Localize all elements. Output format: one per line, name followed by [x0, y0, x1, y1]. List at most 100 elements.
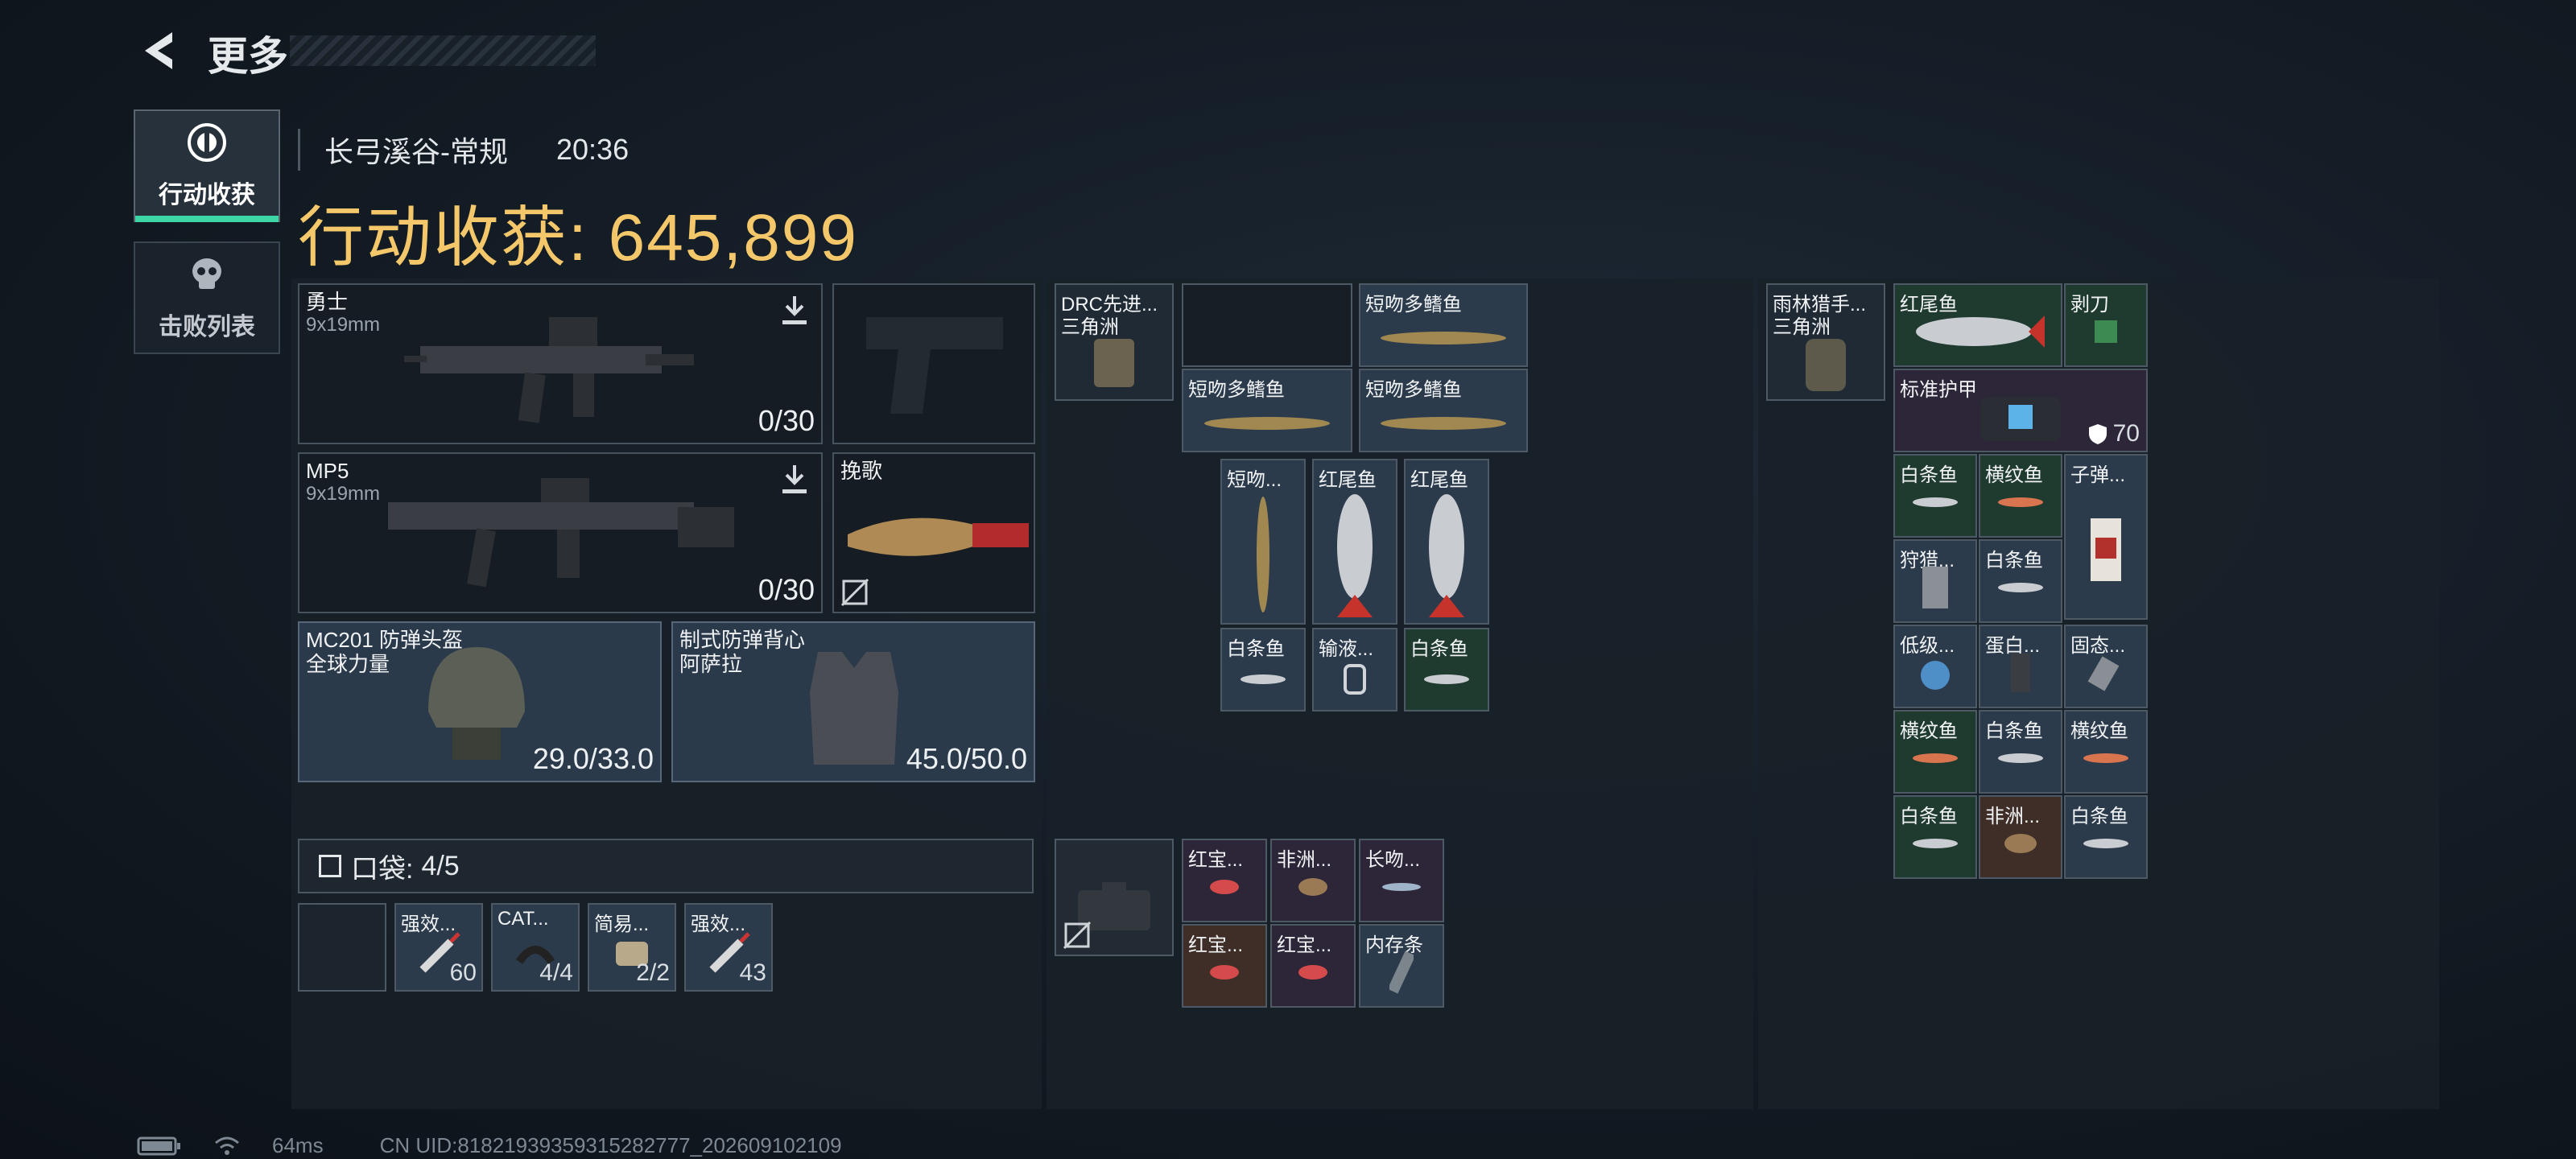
- backpack-item[interactable]: 白条鱼: [1979, 710, 2062, 794]
- secondary-weapon-slot[interactable]: MP5 9x19mm 0/30: [298, 452, 823, 613]
- item-name: 红宝...: [1277, 934, 1332, 956]
- case-slot[interactable]: [1055, 839, 1174, 956]
- fish-icon: [2004, 834, 2037, 853]
- backpack-item[interactable]: 白条鱼: [2064, 795, 2148, 879]
- tab-harvest[interactable]: 行动收获: [134, 109, 280, 222]
- rig-cell-empty[interactable]: [1182, 283, 1352, 367]
- backpack-slot[interactable]: 雨林猎手... 三角洲: [1766, 283, 1885, 401]
- backpack-item[interactable]: 红尾鱼: [1893, 283, 2062, 367]
- backpack-item[interactable]: 固态...: [2064, 625, 2148, 708]
- chest-rig-slot[interactable]: DRC先进... 三角洲: [1055, 283, 1174, 401]
- fish-icon: [1998, 753, 2043, 763]
- case-item[interactable]: 红宝...: [1270, 924, 1356, 1008]
- wifi-icon: [215, 1136, 239, 1155]
- backpack-item[interactable]: 子弹...: [2064, 454, 2148, 620]
- item-name: 长吻...: [1365, 849, 1421, 871]
- smg-icon: [404, 317, 694, 423]
- no-insure-icon: [840, 578, 869, 607]
- download-icon[interactable]: [779, 464, 810, 496]
- weapon-caliber: 9x19mm: [306, 314, 381, 336]
- backpack-item[interactable]: 标准护甲 70: [1893, 369, 2148, 452]
- item-name: 红宝...: [1188, 849, 1244, 871]
- rig-item[interactable]: 白条鱼: [1404, 628, 1489, 711]
- chest-rig-icon: [1094, 338, 1134, 387]
- rig-item[interactable]: 短吻多鳍鱼: [1359, 283, 1528, 367]
- armor-name: 制式防弹背心: [679, 628, 806, 652]
- item-name: 白条鱼: [1985, 550, 2043, 571]
- helmet-slot[interactable]: MC201 防弹头盔 全球力量 29.0/33.0: [298, 621, 662, 782]
- rig-item[interactable]: 短吻多鳍鱼: [1182, 369, 1352, 452]
- pocket-slot-empty[interactable]: [298, 903, 386, 992]
- backpack-item[interactable]: 狩猎...: [1893, 539, 1977, 623]
- rig-item[interactable]: 短吻多鳍鱼: [1359, 369, 1528, 452]
- item-name: 非洲...: [1277, 849, 1332, 871]
- helmet-icon: [428, 647, 525, 760]
- ammo-count: 0/30: [758, 404, 815, 437]
- match-info: 长弓溪谷-常规 20:36: [298, 129, 629, 171]
- item-name: 短吻多鳍鱼: [1188, 379, 1285, 401]
- fish-icon: [1916, 316, 2045, 348]
- item-name: 白条鱼: [1985, 720, 2043, 742]
- pocket-item[interactable]: 简易... 2/2: [588, 903, 676, 992]
- fish-icon: [1429, 494, 1464, 618]
- item-name: 短吻多鳍鱼: [1365, 379, 1462, 401]
- item-name: 短吻...: [1227, 469, 1282, 491]
- back-arrow-icon[interactable]: [137, 27, 184, 74]
- case-item[interactable]: 长吻...: [1359, 839, 1444, 922]
- battery-icon: [137, 1136, 180, 1155]
- ping-value: 64ms: [272, 1133, 324, 1157]
- rig-item[interactable]: 白条鱼: [1220, 628, 1306, 711]
- weapon-name: 勇士: [306, 290, 349, 314]
- item-name: 剥刀: [2070, 294, 2109, 316]
- pocket-item[interactable]: CAT... 4/4: [491, 903, 580, 992]
- item-name: 白条鱼: [1227, 638, 1285, 660]
- armor-slot[interactable]: 制式防弹背心 阿萨拉 45.0/50.0: [671, 621, 1035, 782]
- pocket-item[interactable]: 强效... 43: [684, 903, 773, 992]
- rig-item[interactable]: 红尾鱼: [1312, 459, 1397, 625]
- pocket-item[interactable]: 强效... 60: [394, 903, 483, 992]
- backpack-item[interactable]: 白条鱼: [1893, 454, 1977, 538]
- backpack-item[interactable]: 非洲...: [1979, 795, 2062, 879]
- rig-item[interactable]: 红尾鱼: [1404, 459, 1489, 625]
- skull-icon: [192, 258, 221, 289]
- backpack-item[interactable]: 剥刀: [2064, 283, 2148, 367]
- fish-icon: [1337, 494, 1373, 618]
- backpack-icon: [1806, 338, 1846, 391]
- backpack-item[interactable]: 横纹鱼: [1893, 710, 1977, 794]
- rig-item[interactable]: 短吻...: [1220, 459, 1306, 625]
- item-name: 横纹鱼: [1985, 464, 2043, 486]
- item-name: 白条鱼: [1900, 806, 1958, 827]
- pistol-slot-empty[interactable]: [832, 283, 1035, 444]
- map-name: 长弓溪谷-常规: [324, 135, 508, 168]
- item-name: 红尾鱼: [1319, 469, 1377, 491]
- backpack-item[interactable]: 蛋白...: [1979, 625, 2062, 708]
- case-item[interactable]: 非洲...: [1270, 839, 1356, 922]
- backpack-item[interactable]: 横纹鱼: [2064, 710, 2148, 794]
- item-name: 白条鱼: [1900, 464, 1958, 486]
- fish-icon: [1298, 965, 1327, 980]
- fish-icon: [1381, 417, 1506, 430]
- no-insure-icon: [1063, 921, 1092, 950]
- ssd-icon: [2087, 656, 2120, 691]
- case-item[interactable]: 红宝...: [1182, 924, 1267, 1008]
- knife-icon: [848, 518, 1029, 556]
- download-icon[interactable]: [779, 295, 810, 327]
- tab-kill-list-label: 击败列表: [159, 314, 255, 340]
- primary-weapon-slot[interactable]: 勇士 9x19mm 0/30: [298, 283, 823, 444]
- fish-icon: [1998, 497, 2043, 507]
- melee-slot[interactable]: 挽歌: [832, 452, 1035, 613]
- helmet-durability: 29.0/33.0: [532, 742, 654, 775]
- ammo-pack-icon: [1922, 567, 1948, 608]
- protein-icon: [2011, 654, 2030, 692]
- fish-icon: [1381, 332, 1506, 344]
- backpack-item[interactable]: 白条鱼: [1979, 539, 2062, 623]
- backpack-item[interactable]: 横纹鱼: [1979, 454, 2062, 538]
- tab-kill-list[interactable]: 击败列表: [134, 241, 280, 354]
- backpack-item[interactable]: 白条鱼: [1893, 795, 1977, 879]
- tab-harvest-label: 行动收获: [159, 182, 255, 208]
- backpack-item[interactable]: 低级...: [1893, 625, 1977, 708]
- rig-item[interactable]: 输液...: [1312, 628, 1397, 711]
- case-item[interactable]: 内存条: [1359, 924, 1444, 1008]
- case-item[interactable]: 红宝...: [1182, 839, 1267, 922]
- harvest-value: 645,899: [608, 201, 859, 274]
